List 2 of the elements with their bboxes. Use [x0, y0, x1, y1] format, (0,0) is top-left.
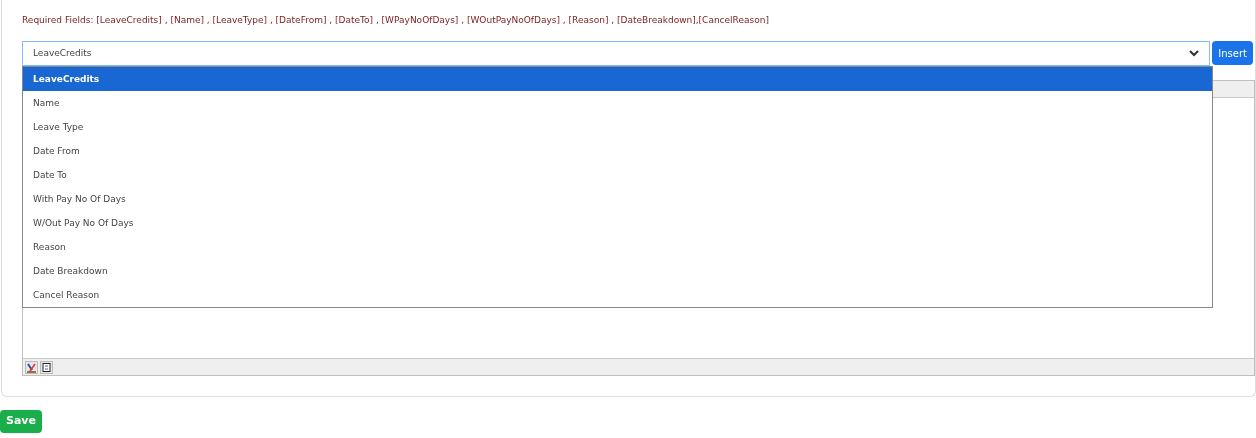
select-value: LeaveCredits: [33, 46, 92, 60]
required-fields-note: Required Fields: [LeaveCredits] , [Name] , [LeaveType] , [DateFrom] , [DateTo] , [WPayNoOfDays] , [WOutPayNoOfDays] , [Reason] , [DateBreakdown],[CancelReason]: [22, 14, 770, 27]
